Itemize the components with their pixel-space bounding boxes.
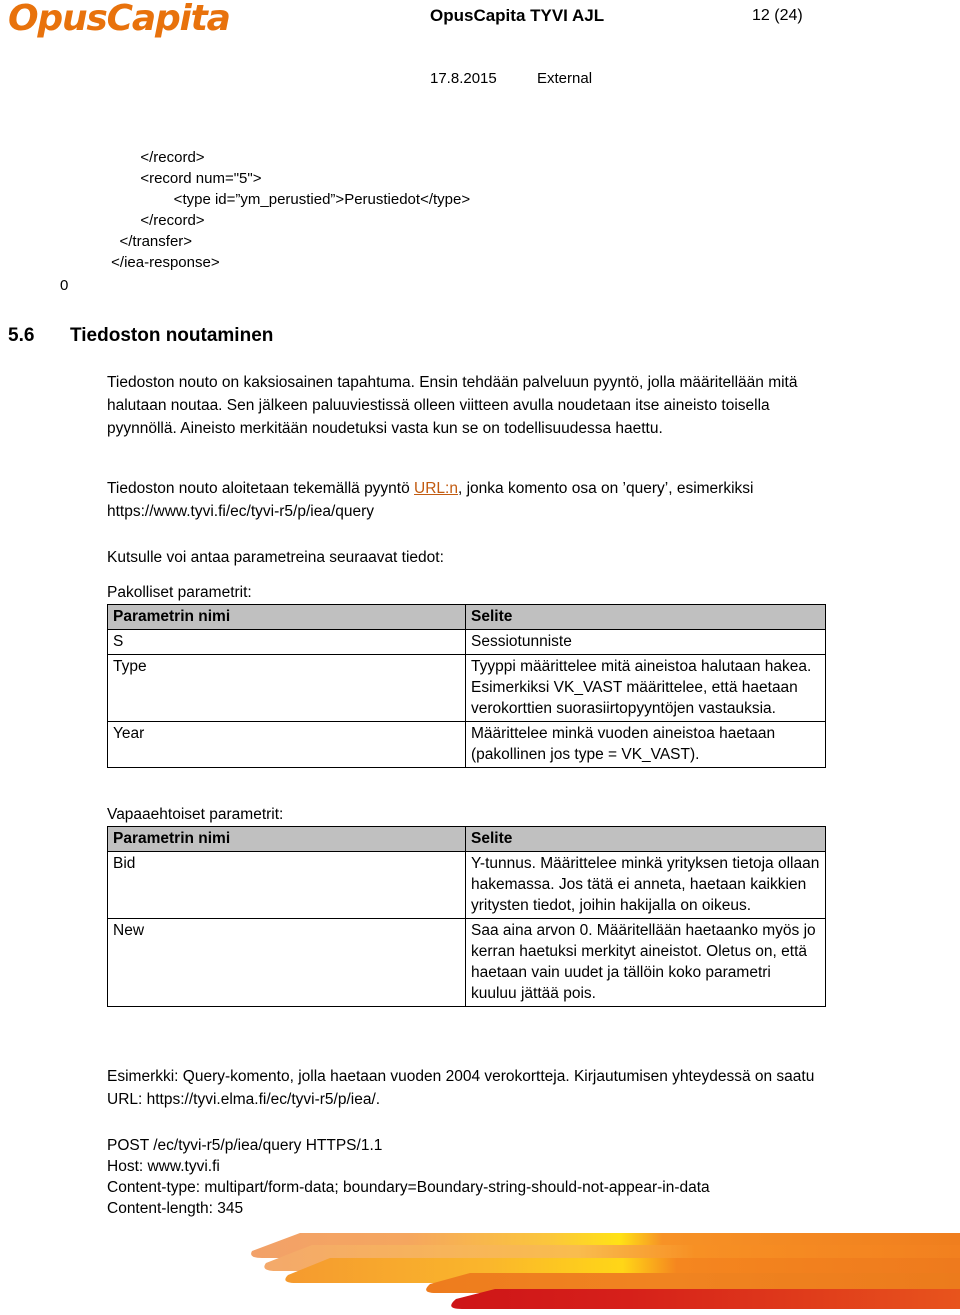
table-row: S Sessiotunniste xyxy=(107,629,826,655)
url-paragraph: Tiedoston nouto aloitetaan tekemällä pyy… xyxy=(107,477,825,523)
document-title: OpusCapita TYVI AJL xyxy=(430,6,605,25)
param-name: New xyxy=(107,918,466,1007)
url-link[interactable]: URL:n xyxy=(414,480,458,497)
param-name: Type xyxy=(107,654,466,722)
table-row: Bid Y-tunnus. Määrittelee minkä yritykse… xyxy=(107,851,826,919)
example-paragraph: Esimerkki: Query-komento, jolla haetaan … xyxy=(107,1068,815,1108)
http-request-block: POST /ec/tyvi-r5/p/iea/query HTTPS/1.1 H… xyxy=(107,1137,710,1217)
document-classification: External xyxy=(537,70,593,87)
column-header-desc: Selite xyxy=(465,604,826,630)
page-number: 12 (24) xyxy=(752,7,803,24)
table-row: Year Määrittelee minkä vuoden aineistoa … xyxy=(107,721,826,768)
footer-swoosh-graphic xyxy=(251,1233,960,1309)
optional-parameters-table: Parametrin nimi Selite Bid Y-tunnus. Mää… xyxy=(107,826,826,1007)
table-row: New Saa aina arvon 0. Määritellään haeta… xyxy=(107,918,826,1007)
url-paragraph-prefix: Tiedoston nouto aloitetaan tekemällä pyy… xyxy=(107,480,415,497)
column-header-name: Parametrin nimi xyxy=(107,826,466,852)
optional-params-label: Vapaaehtoiset parametrit: xyxy=(107,806,284,823)
section-number: 5.6 xyxy=(8,325,35,346)
table-row: Type Tyyppi määrittelee mitä aineistoa h… xyxy=(107,654,826,722)
mandatory-params-label: Pakolliset parametrit: xyxy=(107,584,252,601)
param-desc: Tyyppi määrittelee mitä aineistoa haluta… xyxy=(465,654,826,722)
params-intro-paragraph: Kutsulle voi antaa parametreina seuraava… xyxy=(107,549,444,566)
param-name: Year xyxy=(107,721,466,768)
table-header-row: Parametrin nimi Selite xyxy=(107,826,826,852)
intro-paragraph: Tiedoston nouto on kaksiosainen tapahtum… xyxy=(107,374,798,437)
column-header-desc: Selite xyxy=(465,826,826,852)
param-desc: Sessiotunniste xyxy=(465,629,826,655)
xml-code-block: </record> <record num="5"> <type id=”ym_… xyxy=(111,149,471,271)
section-title: Tiedoston noutaminen xyxy=(70,325,274,346)
param-name: S xyxy=(107,629,466,655)
param-name: Bid xyxy=(107,851,466,919)
table-header-row: Parametrin nimi Selite xyxy=(107,604,826,630)
param-desc: Määrittelee minkä vuoden aineistoa haeta… xyxy=(465,721,826,768)
stray-zero-marker: 0 xyxy=(60,277,69,294)
document-date: 17.8.2015 xyxy=(430,70,497,87)
opuscapita-logo: OpusCapita xyxy=(8,0,231,39)
param-desc: Saa aina arvon 0. Määritellään haetaanko… xyxy=(465,918,826,1007)
mandatory-parameters-table: Parametrin nimi Selite S Sessiotunniste … xyxy=(107,604,826,768)
param-desc: Y-tunnus. Määrittelee minkä yrityksen ti… xyxy=(465,851,826,919)
document-page: OpusCapita OpusCapita TYVI AJL 12 (24) 1… xyxy=(0,0,960,1315)
column-header-name: Parametrin nimi xyxy=(107,604,466,630)
